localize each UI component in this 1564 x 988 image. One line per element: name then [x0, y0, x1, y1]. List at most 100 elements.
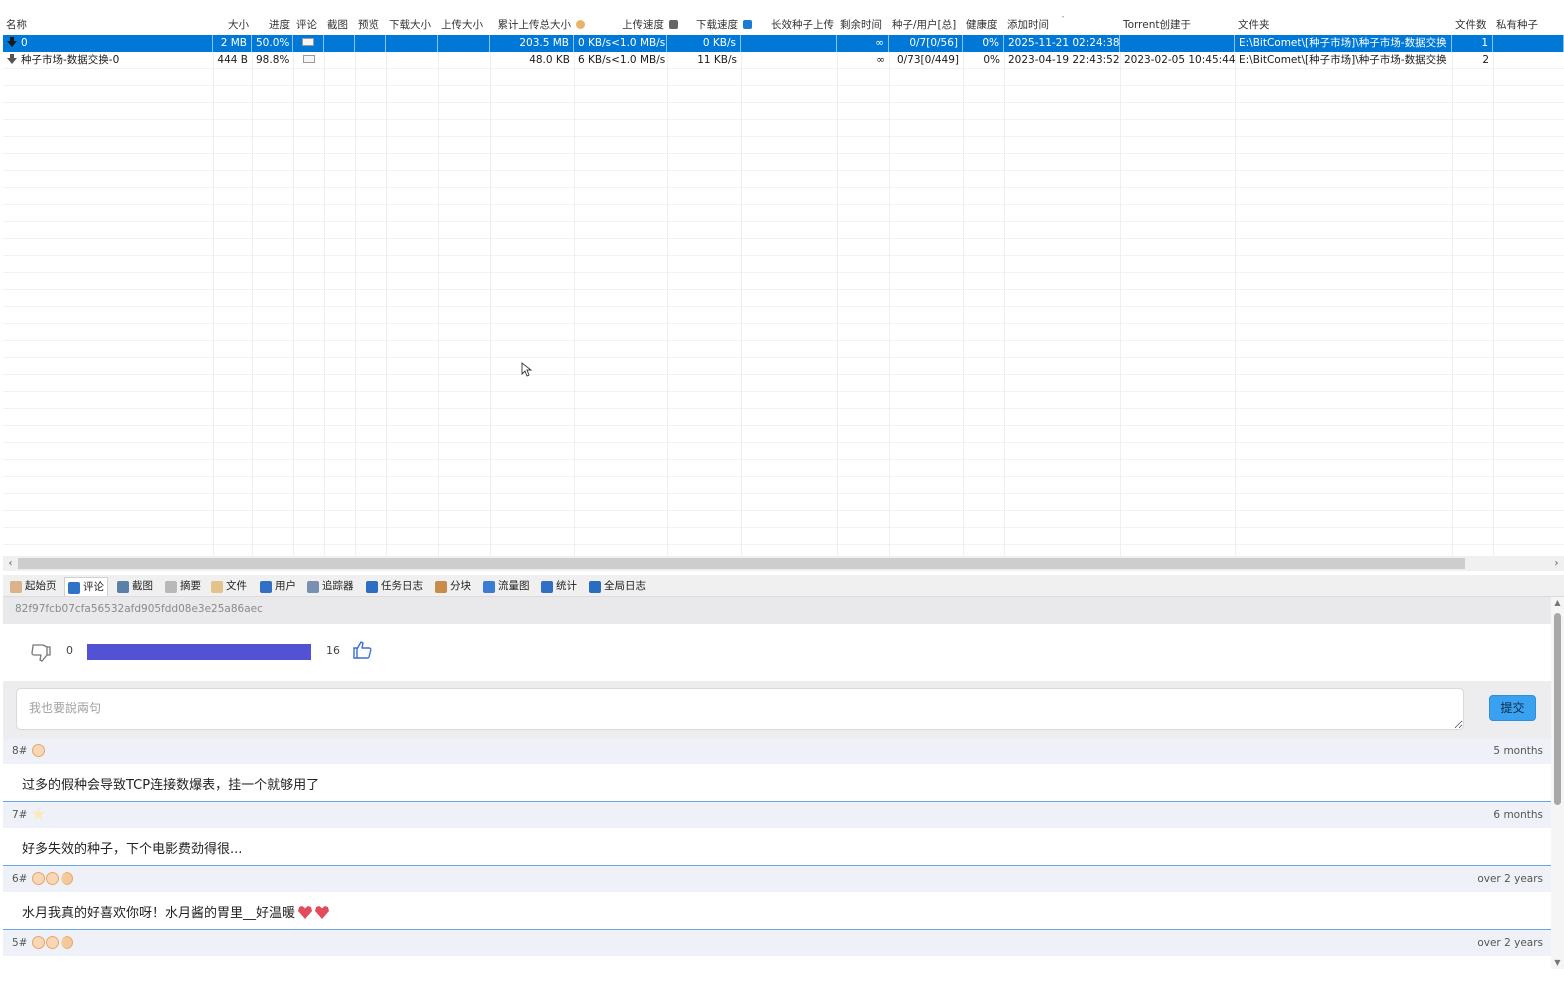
- tab-screenshot[interactable]: 截图: [114, 577, 156, 596]
- submit-comment-button[interactable]: 提交: [1489, 695, 1536, 721]
- pieces-icon: [435, 581, 447, 593]
- torrent-list[interactable]: 名称 大小 进度 评论 截图 预览 下载大小 上传大小 累计上传总大小 上传速度 下载速度 长效种子上…: [3, 16, 1564, 556]
- tab-traffic-chart[interactable]: 流量图: [480, 577, 533, 596]
- horizontal-scrollbar[interactable]: ‹ ›: [3, 556, 1564, 571]
- column-header[interactable]: 种子/用户[总]: [889, 16, 963, 34]
- comment-body: 过多的假种会导致TCP连接数爆表，挂一个就够用了: [3, 764, 1551, 802]
- heart-emoji-icon: [315, 906, 330, 919]
- tab-label: 截图: [132, 580, 153, 592]
- torrent-cell-total-uploaded: 203.5 MB: [490, 35, 574, 52]
- summary-icon: [165, 581, 177, 593]
- column-header[interactable]: 文件数: [1452, 16, 1493, 34]
- empty-row: [3, 460, 1564, 477]
- vertical-scrollbar-thumb[interactable]: [1554, 613, 1561, 805]
- tab-tracker[interactable]: 追踪器: [304, 577, 357, 596]
- tab-file[interactable]: 文件: [208, 577, 250, 596]
- comment-text: 水月我真的好喜欢你呀！水月酱的胃里__好温暖: [22, 902, 330, 921]
- tab-comment[interactable]: 评论: [64, 577, 108, 596]
- column-header[interactable]: 评论: [293, 16, 324, 34]
- tab-label: 任务日志: [381, 580, 423, 592]
- comment-item: 7# 6 months 好多失效的种子，下个电影费劲得很...: [3, 803, 1551, 867]
- tab-pieces[interactable]: 分块: [432, 577, 474, 596]
- empty-row: [3, 69, 1564, 86]
- sort-descending-icon: ˅: [1061, 16, 1065, 24]
- tab-statistics[interactable]: 统计: [538, 577, 580, 596]
- scroll-up-icon[interactable]: ▲: [1551, 597, 1564, 609]
- scroll-down-icon[interactable]: ▼: [1551, 957, 1564, 969]
- empty-row: [3, 222, 1564, 239]
- tab-home-page[interactable]: 起始页: [7, 577, 60, 596]
- torrent-row[interactable]: 0 2 MB 50.0% 203.5 MB 0 KB/s<1.0 MB/s 0 KB/s ∞…: [3, 35, 1564, 52]
- tab-task-log[interactable]: 任务日志: [363, 577, 426, 596]
- empty-row: [3, 477, 1564, 494]
- comment-text: 好多失效的种子，下个电影费劲得很...: [22, 838, 242, 857]
- empty-row: [3, 137, 1564, 154]
- column-header[interactable]: 名称: [3, 16, 213, 34]
- horizontal-scrollbar-thumb[interactable]: [18, 558, 1465, 569]
- comment-body: [3, 956, 1551, 969]
- column-header[interactable]: 预览: [355, 16, 386, 34]
- like-count: 16: [326, 644, 340, 657]
- detail-tab-bar: 起始页 评论 截图 摘要 文件 用户 追踪器 任务日志 分块 流量图 统计 全局日志: [3, 575, 1564, 597]
- comment-floor: 7#: [12, 809, 28, 821]
- scroll-right-icon[interactable]: ›: [1549, 556, 1564, 571]
- heart-emoji-icon: [298, 906, 313, 919]
- comment-envelope-icon[interactable]: [302, 55, 315, 63]
- comment-floor: 5#: [12, 937, 28, 949]
- comment-panel: 82f97fcb07cfa56532afd905fdd08e3e25a86aec…: [3, 597, 1551, 969]
- column-separator: [1235, 35, 1236, 556]
- torrent-cell-downloaded: [386, 35, 438, 52]
- thumbs-up-icon[interactable]: [351, 640, 373, 660]
- star-badge-icon: [32, 808, 45, 820]
- column-header[interactable]: 截图: [324, 16, 355, 34]
- column-header[interactable]: 下载大小: [386, 16, 438, 34]
- column-separator: [324, 35, 325, 556]
- thumbs-down-icon[interactable]: [30, 643, 52, 663]
- tab-label: 统计: [556, 580, 577, 592]
- column-header[interactable]: 进度: [252, 16, 293, 34]
- column-separator: [252, 35, 253, 556]
- vertical-scrollbar[interactable]: ▲ ▼: [1551, 597, 1564, 969]
- column-header[interactable]: 长效种子上传: [741, 16, 837, 34]
- tab-global-log[interactable]: 全局日志: [586, 577, 649, 596]
- torrent-row[interactable]: 种子市场-数据交换-0 444 B 98.8% 48.0 KB 6 KB/s<1.0 M…: [3, 52, 1564, 69]
- empty-row: [3, 409, 1564, 426]
- column-header[interactable]: 累计上传总大小: [490, 16, 574, 34]
- comment-header: 5# over 2 years: [3, 931, 1551, 956]
- column-separator: [741, 35, 742, 556]
- column-header[interactable]: 上传速度: [574, 16, 667, 34]
- column-separator: [1004, 35, 1005, 556]
- tab-summary[interactable]: 摘要: [162, 577, 204, 596]
- comment-envelope-icon[interactable]: [302, 38, 314, 46]
- torrent-cell-private: [1493, 52, 1564, 69]
- column-header[interactable]: Torrent创建于: [1120, 16, 1235, 34]
- column-separator: [490, 35, 491, 556]
- comment-header: 8# 5 months: [3, 739, 1551, 764]
- comment-item: 8# 5 months 过多的假种会导致TCP连接数爆表，挂一个就够用了: [3, 739, 1551, 803]
- column-header[interactable]: 文件夹: [1235, 16, 1452, 34]
- smile-badge-icon: [46, 872, 59, 885]
- column-header[interactable]: 私有种子: [1493, 16, 1564, 34]
- smile-badge-icon: [32, 936, 45, 949]
- column-header[interactable]: 上传大小: [438, 16, 490, 34]
- torrent-cell-shot: [324, 35, 355, 52]
- scroll-left-icon[interactable]: ‹: [3, 556, 18, 571]
- mouse-cursor-icon: [521, 362, 532, 377]
- tab-users[interactable]: 用户: [257, 577, 299, 596]
- column-header[interactable]: 下载速度: [667, 16, 741, 34]
- tab-label: 流量图: [498, 580, 530, 592]
- column-separator: [889, 35, 890, 556]
- torrent-cell-long-seed-upload: [741, 52, 837, 69]
- column-header[interactable]: 健康度: [963, 16, 1004, 34]
- user-badges: [32, 872, 73, 886]
- comment-input[interactable]: [16, 688, 1464, 730]
- torrent-cell-folder: E:\BitComet\[种子市场]\种子市场-数据交换: [1235, 35, 1452, 52]
- comment-header: 7# 6 months: [3, 803, 1551, 828]
- column-header[interactable]: 剩余时间: [837, 16, 889, 34]
- torrent-cell-private: [1493, 35, 1564, 52]
- column-separator: [213, 35, 214, 556]
- tab-label: 摘要: [180, 580, 201, 592]
- column-header[interactable]: 大小: [213, 16, 252, 34]
- torrent-cell-folder: E:\BitComet\[种子市场]\种子市场-数据交换: [1239, 54, 1447, 66]
- moon-badge-icon: [61, 936, 73, 949]
